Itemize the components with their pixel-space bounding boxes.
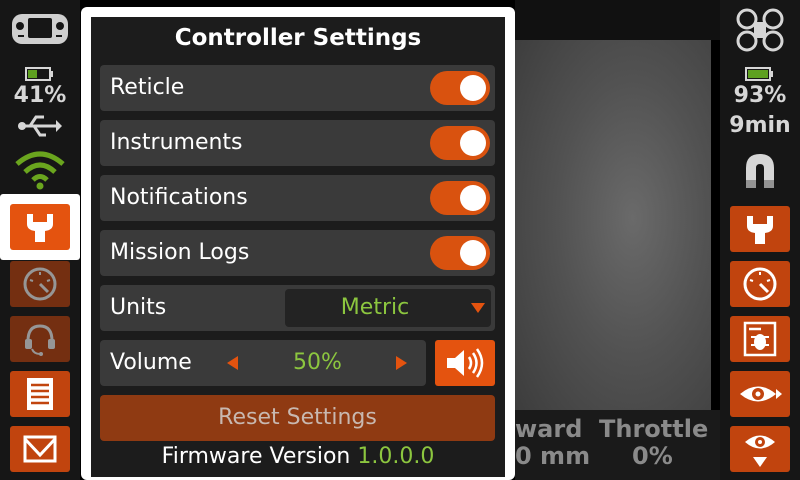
toggle-knob	[460, 185, 486, 211]
volume-label: Volume	[110, 350, 192, 375]
drone-camera-tilt-button[interactable]	[730, 426, 790, 472]
drone-battery-percent: 93%	[733, 83, 787, 108]
controller-battery-percent: 41%	[13, 83, 67, 108]
volume-increase-arrow-icon[interactable]	[396, 356, 407, 370]
notifications-label: Notifications	[110, 185, 248, 210]
toggle-knob	[460, 130, 486, 156]
bug-icon	[743, 321, 777, 357]
toggle-knob	[460, 75, 486, 101]
drone-gauge-button[interactable]	[730, 261, 790, 307]
gauge-tool-button[interactable]	[10, 261, 70, 307]
wrench-icon	[27, 214, 53, 242]
gauge-icon	[23, 267, 57, 301]
toggle-knob	[460, 240, 486, 266]
flight-time: 9min	[729, 113, 791, 138]
camera-feed	[515, 40, 711, 436]
drone-icon	[735, 8, 785, 52]
notifications-toggle[interactable]	[430, 181, 490, 215]
reticle-label: Reticle	[110, 75, 185, 100]
instruments-toggle[interactable]	[430, 126, 490, 160]
document-icon	[27, 378, 53, 410]
volume-value: 50%	[293, 350, 342, 375]
throttle-value: 0%	[632, 442, 673, 470]
reset-settings-button[interactable]: Reset Settings	[100, 395, 495, 441]
firmware-version: Firmware Version 1.0.0.0	[91, 444, 505, 469]
firmware-label: Firmware Version	[161, 444, 351, 469]
throttle-label: Throttle	[599, 415, 709, 443]
gauge-icon	[743, 267, 777, 301]
notifications-row: Notifications	[100, 175, 495, 221]
units-value: Metric	[340, 295, 410, 320]
wifi-icon	[13, 150, 67, 190]
eye-down-icon	[745, 435, 775, 467]
mission-logs-toggle[interactable]	[430, 236, 490, 270]
forward-label: ward	[515, 415, 583, 443]
left-sidebar: 41%	[0, 0, 80, 480]
chevron-down-icon	[471, 303, 485, 313]
drone-view-button[interactable]	[730, 371, 790, 417]
speaker-icon	[447, 348, 484, 378]
instruments-label: Instruments	[110, 130, 243, 155]
drone-diagnostics-button[interactable]	[730, 316, 790, 362]
messages-tool-button[interactable]	[10, 426, 70, 472]
telemetry-bar: ward 0 mm Throttle 0%	[515, 410, 720, 480]
gamepad-icon	[10, 10, 70, 48]
instruments-row: Instruments	[100, 120, 495, 166]
headset-tool-button[interactable]	[10, 316, 70, 362]
panel-title: Controller Settings	[174, 25, 422, 51]
right-sidebar: 93% 9min	[720, 0, 800, 480]
video-top-bar	[515, 0, 720, 40]
forward-value: 0 mm	[515, 442, 591, 470]
units-select[interactable]: Metric	[285, 289, 491, 327]
volume-row: Volume 50%	[100, 340, 426, 386]
mission-logs-label: Mission Logs	[110, 240, 250, 265]
volume-decrease-arrow-icon[interactable]	[227, 356, 238, 370]
mission-logs-row: Mission Logs	[100, 230, 495, 276]
reticle-toggle[interactable]	[430, 71, 490, 105]
logs-tool-button[interactable]	[10, 371, 70, 417]
speaker-button[interactable]	[435, 340, 495, 386]
firmware-version-number: 1.0.0.0	[357, 444, 435, 469]
headset-icon	[25, 324, 55, 356]
units-label: Units	[110, 295, 167, 320]
drone-settings-button[interactable]	[730, 206, 790, 252]
envelope-icon	[23, 435, 57, 463]
wrench-icon	[747, 216, 773, 244]
magnet-icon	[740, 150, 780, 190]
drone-battery-icon	[745, 66, 775, 82]
settings-tool-button[interactable]	[0, 194, 80, 260]
usb-icon	[18, 112, 62, 140]
battery-icon	[25, 66, 55, 82]
eye-icon	[740, 386, 782, 402]
controller-settings-panel: Controller Settings Reticle Instruments …	[81, 7, 515, 480]
units-row: Units Metric	[100, 285, 495, 331]
reticle-row: Reticle	[100, 65, 495, 111]
